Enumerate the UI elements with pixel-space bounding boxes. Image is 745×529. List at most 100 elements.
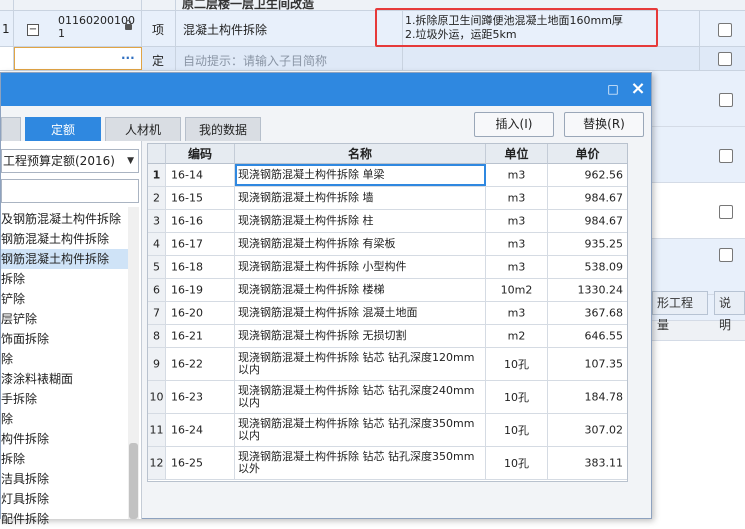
ellipsis-button[interactable]: ···: [121, 51, 135, 65]
tab-my-data[interactable]: 我的数据: [185, 117, 261, 141]
quota-name-cell[interactable]: 现浇钢筋混凝土构件拆除 柱: [235, 210, 486, 232]
replace-button[interactable]: 替换(R): [564, 112, 644, 137]
col-header-name[interactable]: 名称: [235, 144, 486, 164]
table-row[interactable]: 3 16-16 现浇钢筋混凝土构件拆除 柱 m3 984.67: [148, 210, 627, 233]
tree-item[interactable]: 层铲除: [1, 309, 128, 329]
quota-code-cell[interactable]: 16-19: [166, 279, 235, 301]
quota-library-select[interactable]: 工程预算定额(2016) ▼: [1, 149, 139, 173]
quota-name-cell[interactable]: 现浇钢筋混凝土构件拆除 有梁板: [235, 233, 486, 255]
quota-price-cell[interactable]: 107.35: [548, 348, 627, 380]
table-row[interactable]: 8 16-21 现浇钢筋混凝土构件拆除 无损切割 m2 646.55: [148, 325, 627, 348]
col-header-unit[interactable]: 单位: [486, 144, 548, 164]
quota-unit-cell[interactable]: m3: [486, 210, 548, 232]
tree-item[interactable]: 钢筋混凝土构件拆除: [1, 229, 128, 249]
quota-unit-cell[interactable]: m3: [486, 187, 548, 209]
table-row[interactable]: 1 16-14 现浇钢筋混凝土构件拆除 单梁 m3 962.56: [148, 164, 627, 187]
row-index-cell[interactable]: 4: [148, 233, 166, 255]
tree-item[interactable]: 铲除: [1, 289, 128, 309]
row-checkbox[interactable]: [719, 248, 733, 262]
table-row[interactable]: 5 16-18 现浇钢筋混凝土构件拆除 小型构件 m3 538.09: [148, 256, 627, 279]
quota-code-cell[interactable]: 16-21: [166, 325, 235, 347]
quota-name-cell[interactable]: 现浇钢筋混凝土构件拆除 小型构件: [235, 256, 486, 278]
table-row[interactable]: 2 16-15 现浇钢筋混凝土构件拆除 墙 m3 984.67: [148, 187, 627, 210]
table-row[interactable]: 7 16-20 现浇钢筋混凝土构件拆除 混凝土地面 m3 367.68: [148, 302, 627, 325]
col-header-code[interactable]: 编码: [166, 144, 235, 164]
row-index-cell[interactable]: 11: [148, 414, 166, 446]
quota-name-cell[interactable]: 现浇钢筋混凝土构件拆除 无损切割: [235, 325, 486, 347]
tab-labor-material-machine[interactable]: 人材机: [105, 117, 181, 141]
row-index-cell[interactable]: 3: [148, 210, 166, 232]
row-checkbox[interactable]: [719, 149, 733, 163]
quota-name-cell[interactable]: 现浇钢筋混凝土构件拆除 混凝土地面: [235, 302, 486, 324]
quota-name-cell[interactable]: 现浇钢筋混凝土构件拆除 墙: [235, 187, 486, 209]
quota-name-cell[interactable]: 现浇钢筋混凝土构件拆除 钻芯 钻孔深度120mm以内: [235, 348, 486, 380]
quota-name-cell[interactable]: 现浇钢筋混凝土构件拆除 钻芯 钻孔深度350mm以内: [235, 414, 486, 446]
quota-code-cell[interactable]: 16-20: [166, 302, 235, 324]
quota-unit-cell[interactable]: 10孔: [486, 348, 548, 380]
row-index-cell[interactable]: 2: [148, 187, 166, 209]
row-index-cell[interactable]: 6: [148, 279, 166, 301]
quota-code-cell[interactable]: 16-16: [166, 210, 235, 232]
tree-item[interactable]: 配件拆除: [1, 509, 128, 529]
quota-code-cell[interactable]: 16-17: [166, 233, 235, 255]
item-description[interactable]: 1.拆除原卫生间蹲便池混凝土地面160mm厚 2.垃圾外运，运距5km: [405, 14, 623, 42]
tree-item[interactable]: 手拆除: [1, 389, 128, 409]
tree-item[interactable]: 除: [1, 349, 128, 369]
tab-graphic-quantity[interactable]: 形工程量: [652, 291, 708, 332]
table-row[interactable]: 6 16-19 现浇钢筋混凝土构件拆除 楼梯 10m2 1330.24: [148, 279, 627, 302]
tree-item[interactable]: 灯具拆除: [1, 489, 128, 509]
search-input[interactable]: [1, 179, 139, 203]
quota-price-cell[interactable]: 367.68: [548, 302, 627, 324]
quota-unit-cell[interactable]: m3: [486, 302, 548, 324]
table-row[interactable]: 12 16-25 现浇钢筋混凝土构件拆除 钻芯 钻孔深度350mm以外 10孔 383.…: [148, 447, 627, 480]
row-index-cell[interactable]: 1: [148, 164, 166, 186]
quota-price-cell[interactable]: 307.02: [548, 414, 627, 446]
collapse-toggle-icon[interactable]: −: [27, 24, 39, 36]
tree-scroll-thumb[interactable]: [129, 443, 138, 519]
quota-code-input[interactable]: ···: [14, 47, 142, 70]
quota-unit-cell[interactable]: 10孔: [486, 447, 548, 479]
quota-code-cell[interactable]: 16-18: [166, 256, 235, 278]
tab-list[interactable]: [1, 117, 21, 141]
quota-price-cell[interactable]: 1330.24: [548, 279, 627, 301]
quota-name-cell[interactable]: 现浇钢筋混凝土构件拆除 楼梯: [235, 279, 486, 301]
table-row[interactable]: 10 16-23 现浇钢筋混凝土构件拆除 钻芯 钻孔深度240mm以内 10孔 184.…: [148, 381, 627, 414]
row-index-cell[interactable]: 7: [148, 302, 166, 324]
tree-item[interactable]: 除: [1, 409, 128, 429]
row-index-cell[interactable]: 10: [148, 381, 166, 413]
tab-quota[interactable]: 定额: [25, 117, 101, 141]
quota-unit-cell[interactable]: 10m2: [486, 279, 548, 301]
quota-code-cell[interactable]: 16-22: [166, 348, 235, 380]
tree-scrollbar[interactable]: [128, 207, 139, 519]
row-checkbox[interactable]: [719, 205, 733, 219]
col-header-price[interactable]: 单价: [548, 144, 627, 164]
quota-price-cell[interactable]: 383.11: [548, 447, 627, 479]
quota-price-cell[interactable]: 935.25: [548, 233, 627, 255]
quota-unit-cell[interactable]: m3: [486, 256, 548, 278]
tree-item[interactable]: 漆涂料裱糊面: [1, 369, 128, 389]
row-index-cell[interactable]: 8: [148, 325, 166, 347]
close-icon[interactable]: ×: [628, 79, 648, 99]
tab-description[interactable]: 说明: [714, 291, 745, 332]
quota-code-cell[interactable]: 16-15: [166, 187, 235, 209]
chevron-down-icon[interactable]: ▼: [127, 150, 134, 172]
quota-name-cell[interactable]: 现浇钢筋混凝土构件拆除 钻芯 钻孔深度350mm以外: [235, 447, 486, 479]
insert-button[interactable]: 插入(I): [474, 112, 554, 137]
tree-item[interactable]: 拆除: [1, 269, 128, 289]
tree-item[interactable]: 构件拆除: [1, 429, 128, 449]
row-checkbox[interactable]: [718, 23, 732, 37]
quota-name-cell[interactable]: 现浇钢筋混凝土构件拆除 钻芯 钻孔深度240mm以内: [235, 381, 486, 413]
quota-price-cell[interactable]: 962.56: [548, 164, 627, 186]
restore-icon[interactable]: □: [603, 79, 623, 99]
table-row[interactable]: 11 16-24 现浇钢筋混凝土构件拆除 钻芯 钻孔深度350mm以内 10孔 307.…: [148, 414, 627, 447]
quota-unit-cell[interactable]: m2: [486, 325, 548, 347]
quota-price-cell[interactable]: 984.67: [548, 187, 627, 209]
quota-code-cell[interactable]: 16-14: [166, 164, 235, 186]
row-checkbox[interactable]: [719, 93, 733, 107]
quota-price-cell[interactable]: 538.09: [548, 256, 627, 278]
dialog-titlebar[interactable]: □ ×: [1, 73, 651, 106]
table-row[interactable]: 9 16-22 现浇钢筋混凝土构件拆除 钻芯 钻孔深度120mm以内 10孔 107.3…: [148, 348, 627, 381]
tree-item[interactable]: 钢筋混凝土构件拆除: [1, 249, 128, 269]
tree-item[interactable]: 拆除: [1, 449, 128, 469]
quota-price-cell[interactable]: 646.55: [548, 325, 627, 347]
